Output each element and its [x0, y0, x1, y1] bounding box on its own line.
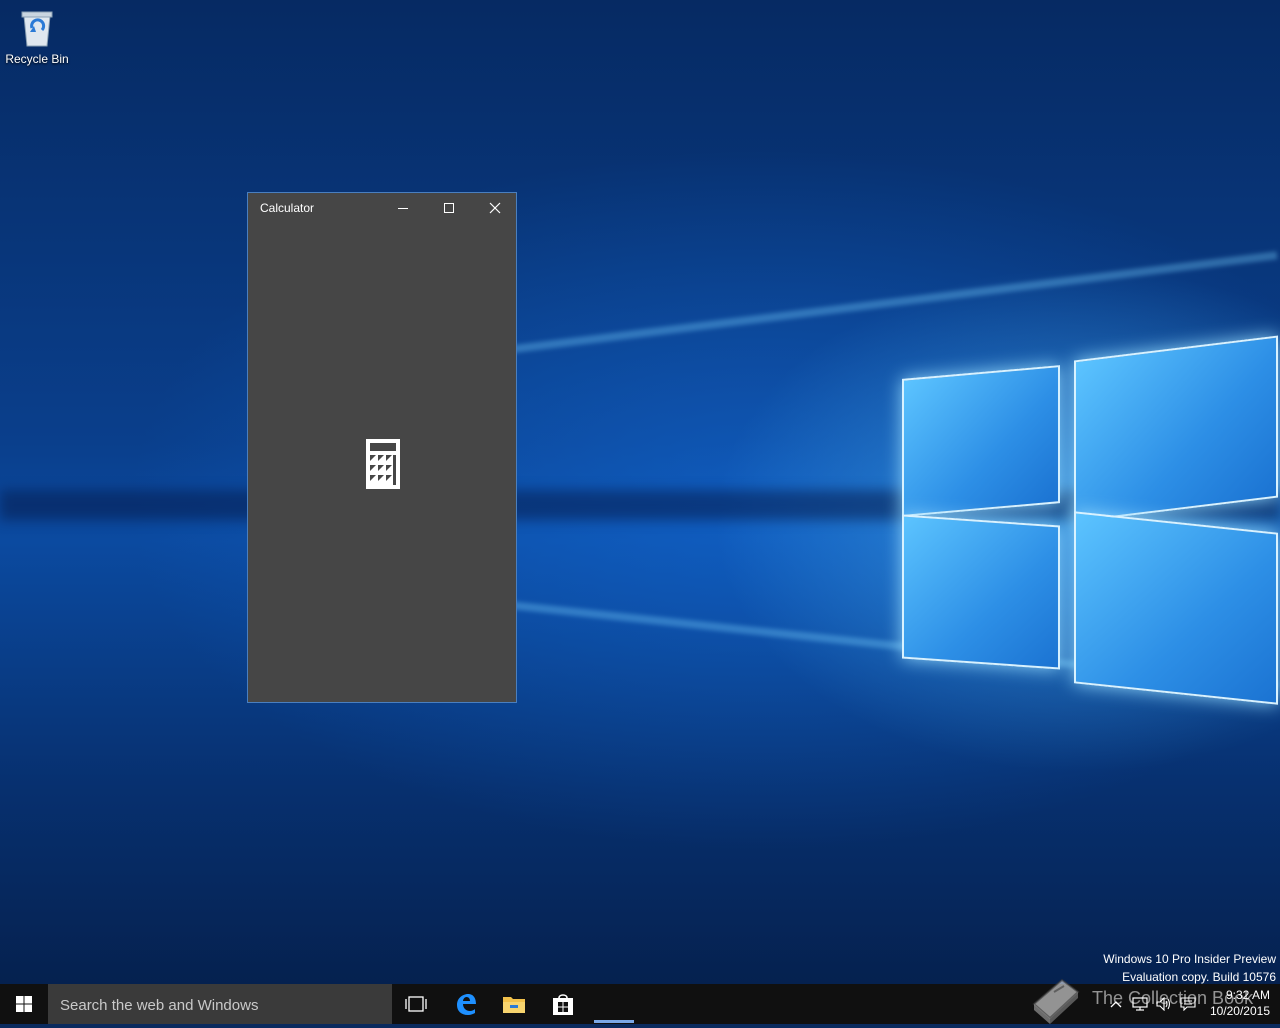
- store-button[interactable]: [539, 984, 587, 1024]
- close-button[interactable]: [472, 193, 518, 223]
- start-button[interactable]: [0, 984, 48, 1024]
- maximize-icon: [444, 203, 454, 213]
- window-title: Calculator: [260, 201, 315, 215]
- task-view-button[interactable]: [392, 984, 440, 1024]
- desktop-wallpaper: [0, 0, 1280, 984]
- desktop-icon-recycle-bin[interactable]: Recycle Bin: [4, 8, 70, 66]
- window-pane-bottom-left: [902, 514, 1060, 670]
- recycle-bin-label: Recycle Bin: [5, 52, 69, 66]
- close-icon: [489, 202, 501, 214]
- taskbar: 9:32 AM 10/20/2015: [0, 984, 1280, 1026]
- edge-icon: [457, 994, 476, 1015]
- search-box[interactable]: [48, 984, 392, 1026]
- title-bar[interactable]: Calculator: [248, 193, 516, 223]
- store-icon: [553, 994, 573, 1015]
- book-logo-icon: [1028, 974, 1084, 1024]
- active-app-indicator: [594, 1020, 634, 1023]
- brand-text: The Collection Book: [1092, 988, 1254, 1008]
- task-view-icon: [405, 996, 427, 1012]
- window-pane-top-right: [1074, 335, 1278, 523]
- recycle-bin-icon: [20, 8, 54, 48]
- minimize-button[interactable]: [380, 193, 426, 223]
- windows-logo-icon: [16, 996, 32, 1012]
- search-input[interactable]: [48, 984, 382, 1026]
- watermark-line-1: Windows 10 Pro Insider Preview: [1103, 952, 1276, 966]
- maximize-button[interactable]: [426, 193, 472, 223]
- calculator-icon: [366, 439, 400, 489]
- file-explorer-icon: [503, 997, 525, 1013]
- window-pane-top-left: [902, 365, 1060, 517]
- windows-watermark: Windows 10 Pro Insider Preview Evaluatio…: [1103, 950, 1276, 986]
- edge-button[interactable]: [442, 984, 490, 1024]
- window-pane-bottom-right: [1074, 511, 1278, 705]
- calculator-window[interactable]: Calculator: [247, 192, 517, 703]
- file-explorer-button[interactable]: [490, 984, 538, 1024]
- minimize-icon: [398, 208, 408, 209]
